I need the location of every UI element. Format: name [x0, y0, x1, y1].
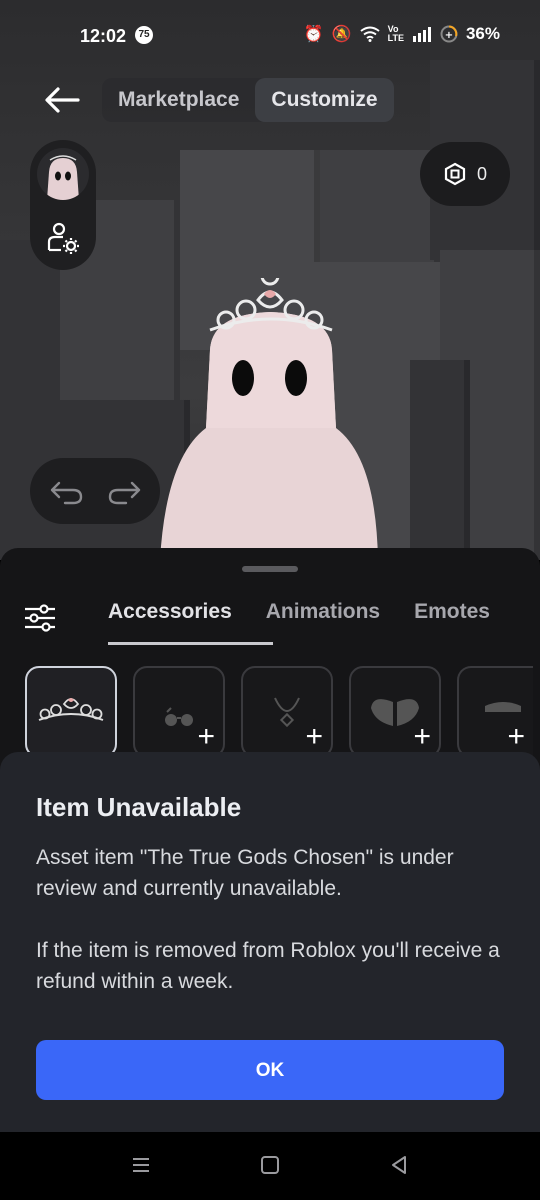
robux-amount: 0 [476, 163, 487, 184]
robux-balance-button[interactable]: 0 [420, 142, 510, 206]
battery-icon: + [440, 25, 458, 43]
accessory-slot-wings[interactable]: + [349, 666, 441, 758]
dialog-paragraph: If the item is removed from Roblox you'l… [36, 939, 500, 993]
accessory-slot-hat[interactable]: + [457, 666, 533, 758]
back-arrow-icon[interactable] [42, 82, 82, 118]
add-icon: + [305, 720, 323, 753]
filter-icon[interactable] [22, 600, 58, 636]
avatar-thumbnail[interactable] [37, 148, 89, 200]
tab-emotes[interactable]: Emotes [414, 600, 490, 644]
battery-percent: 36% [465, 24, 500, 43]
ok-button[interactable]: OK [36, 1040, 504, 1100]
robux-icon [444, 162, 466, 186]
tiara-icon [38, 698, 104, 721]
tab-animations[interactable]: Animations [266, 600, 380, 644]
add-icon: + [413, 720, 431, 753]
signal-icon [412, 27, 431, 42]
recent-apps-icon[interactable] [130, 1154, 152, 1176]
item-unavailable-dialog: Item Unavailable Asset item "The True Go… [0, 752, 540, 1132]
home-icon[interactable] [259, 1154, 281, 1176]
wifi-icon [360, 26, 380, 42]
undo-redo-controls [30, 458, 160, 524]
add-icon: + [507, 720, 525, 753]
top-tab-bar: Marketplace Customize [102, 78, 394, 122]
accessory-slot-glasses[interactable]: + [133, 666, 225, 758]
status-time: 12:02 [80, 26, 127, 46]
accessory-slot-tiara[interactable] [25, 666, 117, 758]
back-icon[interactable] [388, 1154, 410, 1176]
tab-customize[interactable]: Customize [255, 78, 394, 122]
avatar-switcher [30, 140, 96, 270]
mute-icon: 🔕 [331, 26, 352, 43]
active-tab-indicator [108, 642, 273, 645]
dialog-title: Item Unavailable [36, 792, 242, 822]
notification-badge: 75 [135, 26, 153, 44]
scene-block [500, 440, 540, 560]
sheet-drag-handle[interactable] [242, 566, 298, 572]
category-tabs: Accessories Animations Emotes [108, 600, 490, 644]
dialog-message: Asset item "The True Gods Chosen" is und… [36, 842, 506, 1028]
avatar-settings-icon[interactable] [45, 220, 81, 256]
accessory-slots: + + + + [25, 666, 533, 758]
volte-icon: Vo LTE [387, 24, 404, 43]
system-nav-bar [0, 1132, 540, 1200]
alarm-icon: ⏰ [303, 26, 324, 43]
scene-block [410, 360, 470, 560]
status-bar: 12:02 75 ⏰ 🔕 Vo LTE + 36% [0, 0, 540, 72]
svg-text:+: + [445, 30, 453, 41]
tab-accessories[interactable]: Accessories [108, 600, 232, 644]
dialog-paragraph: Asset item "The True Gods Chosen" is und… [36, 846, 454, 900]
accessory-slot-necklace[interactable]: + [241, 666, 333, 758]
undo-icon[interactable] [47, 475, 87, 507]
redo-icon[interactable] [104, 475, 144, 507]
tab-marketplace[interactable]: Marketplace [102, 78, 255, 122]
add-icon: + [197, 720, 215, 753]
avatar-ghost [160, 278, 378, 560]
